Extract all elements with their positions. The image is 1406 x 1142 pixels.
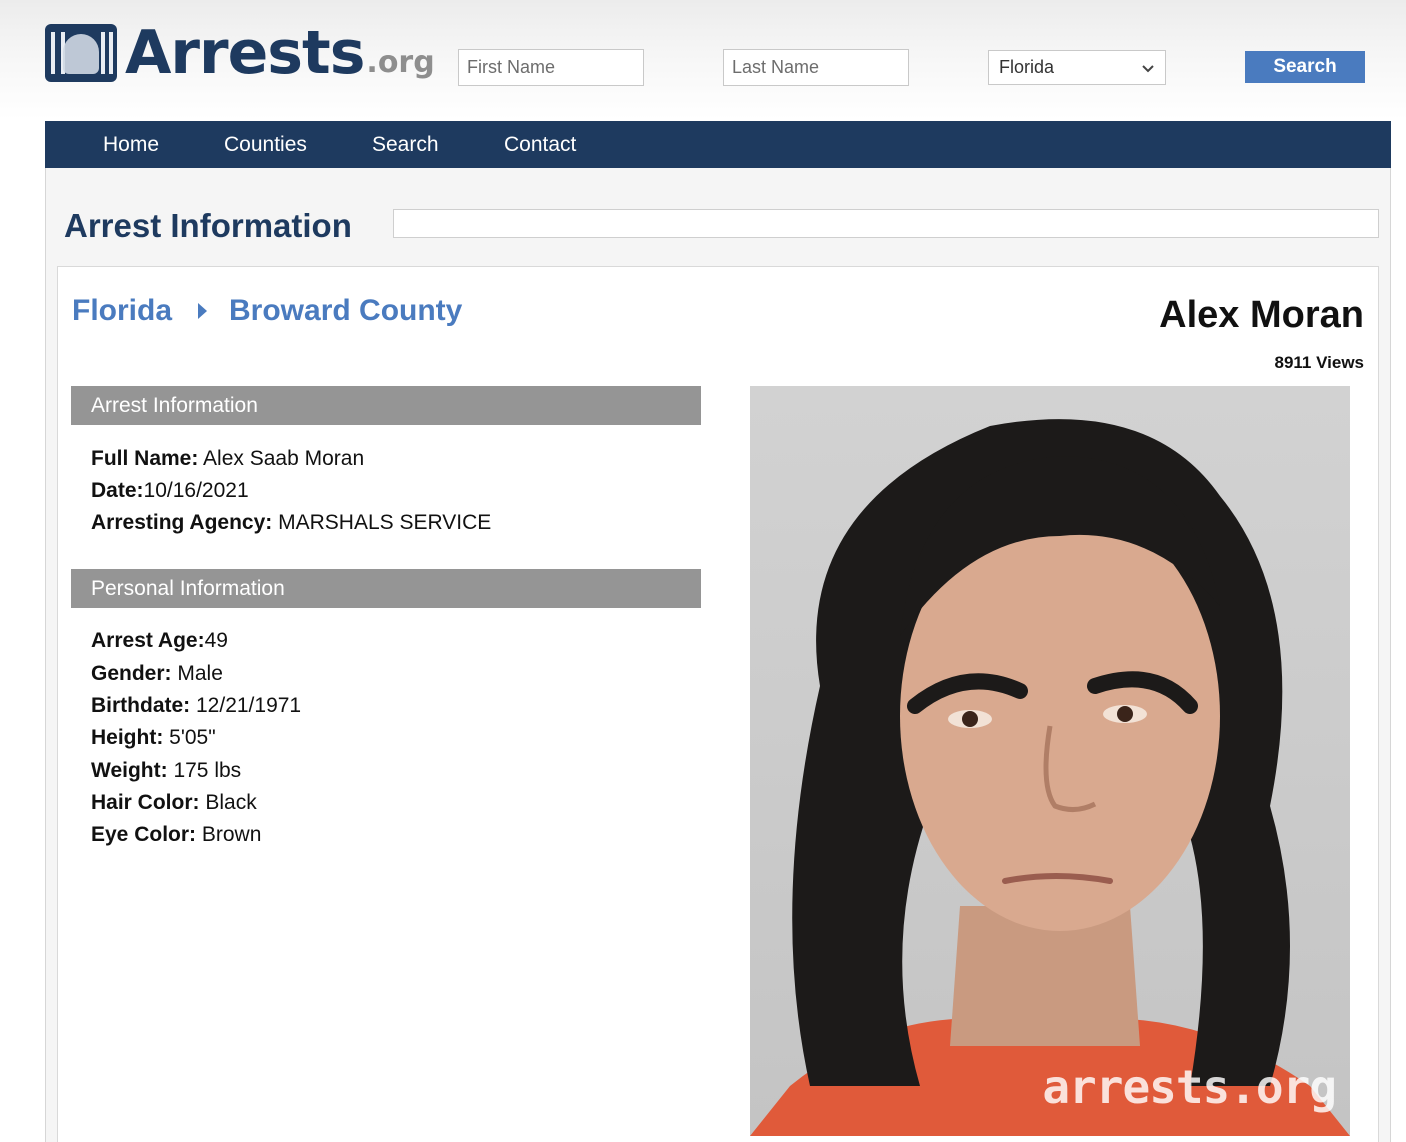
heading-ad-box (393, 209, 1379, 238)
state-select-value: Florida (999, 57, 1055, 77)
field-label: Full Name: (91, 447, 199, 470)
person-name: Alex Moran (1159, 294, 1364, 336)
field-label: Date: (91, 479, 144, 502)
field-value: 175 lbs (167, 759, 242, 782)
site-logo[interactable]: Arrests .org (45, 18, 435, 88)
mugshot-photo: arrests.org (750, 386, 1350, 1136)
field-weight: Weight: 175 lbs (91, 759, 241, 783)
nav-contact[interactable]: Contact (504, 133, 576, 157)
logo-suffix: .org (366, 45, 435, 80)
nav-search[interactable]: Search (372, 133, 439, 157)
field-value: 10/16/2021 (143, 479, 249, 502)
logo-word: Arrests (125, 18, 365, 88)
field-arrest-age: Arrest Age:49 (91, 629, 228, 653)
field-value: Black (199, 791, 257, 814)
watermark: arrests.org (1042, 1060, 1337, 1114)
breadcrumb-county-link[interactable]: Broward County (229, 294, 462, 328)
page-title: Arrest Information (64, 207, 352, 244)
field-date: Date:10/16/2021 (91, 479, 249, 503)
field-height: Height: 5'05" (91, 726, 216, 750)
field-label: Arresting Agency: (91, 511, 273, 534)
nav-counties[interactable]: Counties (224, 133, 307, 157)
field-label: Hair Color: (91, 791, 200, 814)
logo-badge-icon (45, 24, 117, 82)
field-value: 12/21/1971 (190, 694, 302, 717)
view-count: 8911 Views (1274, 353, 1365, 372)
last-name-input[interactable] (723, 49, 909, 86)
field-value: Brown (196, 823, 262, 846)
field-value: 49 (204, 629, 228, 652)
field-value: Alex Saab Moran (198, 447, 365, 470)
personal-info-header: Personal Information (71, 569, 701, 608)
field-label: Height: (91, 726, 164, 749)
field-eye-color: Eye Color: Brown (91, 823, 261, 847)
mugshot-illustration (750, 386, 1350, 1136)
field-label: Birthdate: (91, 694, 191, 717)
breadcrumb: Florida Broward County (72, 294, 462, 328)
field-gender: Gender: Male (91, 662, 223, 686)
field-label: Weight: (91, 759, 168, 782)
chevron-down-icon (1141, 58, 1155, 83)
state-select[interactable]: Florida (988, 50, 1166, 85)
field-full-name: Full Name: Alex Saab Moran (91, 447, 364, 471)
field-value: Male (171, 662, 223, 685)
field-value: MARSHALS SERVICE (272, 511, 492, 534)
field-label: Gender: (91, 662, 172, 685)
main-nav: Home Counties Search Contact (45, 121, 1391, 168)
caret-right-icon (198, 303, 208, 319)
breadcrumb-state-link[interactable]: Florida (72, 294, 172, 328)
field-label: Eye Color: (91, 823, 197, 846)
field-birthdate: Birthdate: 12/21/1971 (91, 694, 301, 718)
field-arresting-agency: Arresting Agency: MARSHALS SERVICE (91, 511, 491, 535)
arrest-info-header: Arrest Information (71, 386, 701, 425)
first-name-input[interactable] (458, 49, 644, 86)
field-hair-color: Hair Color: Black (91, 791, 257, 815)
field-label: Arrest Age: (91, 629, 205, 652)
field-value: 5'05" (163, 726, 216, 749)
nav-home[interactable]: Home (103, 133, 159, 157)
search-button[interactable]: Search (1245, 51, 1365, 83)
